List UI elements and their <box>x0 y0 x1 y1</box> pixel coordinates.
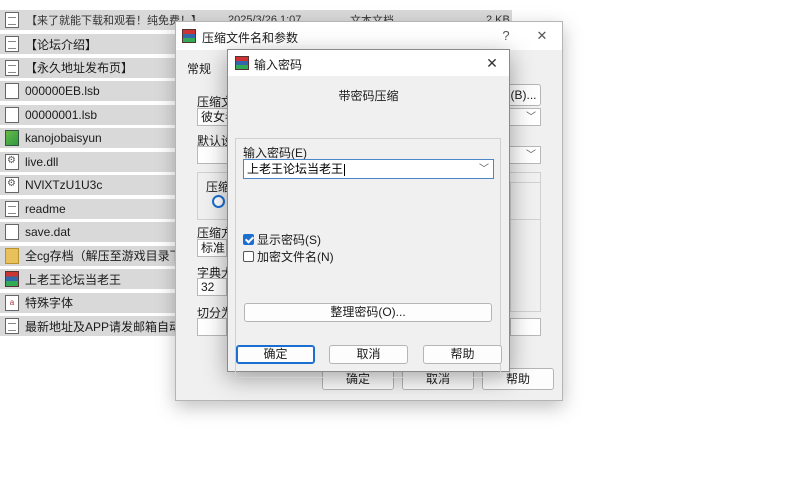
file-name: 000000EB.lsb <box>25 84 100 98</box>
file-row[interactable]: 最新地址及APP请发邮箱自动获取 <box>0 316 178 336</box>
file-row[interactable]: live.dll <box>0 151 178 172</box>
archive-params-titlebar[interactable]: 压缩文件名和参数 ? ✕ <box>176 22 562 50</box>
settings-file-icon <box>5 153 19 170</box>
right-field[interactable] <box>510 318 541 336</box>
blank-file-icon <box>5 83 19 99</box>
font-file-icon: a <box>5 294 19 311</box>
file-row[interactable]: 00000001.lsb <box>0 104 178 125</box>
file-name: NVlXTzU1U3c <box>25 178 103 192</box>
archive-params-title: 压缩文件名和参数 <box>202 31 299 45</box>
chevron-down-icon[interactable]: ﹀ <box>479 161 489 179</box>
rar-icon <box>235 56 249 70</box>
show-password-label: 显示密码(S) <box>257 233 321 247</box>
file-name: save.dat <box>25 225 71 239</box>
blank-file-icon <box>5 224 19 240</box>
file-name: 上老王论坛当老王 <box>25 272 122 287</box>
password-dialog: 输入密码 ✕ 带密码压缩 输入密码(E) 上老王论坛当老王 ﹀ 显示密码(S) … <box>227 49 510 378</box>
cancel-button[interactable]: 取消 <box>329 345 408 364</box>
split-field[interactable] <box>197 318 227 336</box>
text-doc-icon <box>5 12 19 28</box>
close-icon[interactable]: ✕ <box>481 53 503 73</box>
dict-size-value: 32 <box>201 280 215 294</box>
encrypt-names-checkbox[interactable] <box>243 251 254 262</box>
encrypt-names-label: 加密文件名(N) <box>257 250 334 264</box>
file-name: live.dll <box>25 154 59 169</box>
file-name: 最新地址及APP请发邮箱自动获取 <box>25 319 178 334</box>
close-icon[interactable]: ✕ <box>530 26 554 46</box>
settings-file-icon <box>5 177 19 193</box>
right-panel <box>510 182 541 312</box>
text-caret <box>344 163 346 176</box>
file-row[interactable]: 【论坛介绍】 <box>0 34 178 54</box>
help-button[interactable]: 帮助 <box>423 345 502 364</box>
file-row[interactable]: 上老王论坛当老王 <box>0 269 178 289</box>
file-row[interactable]: a 特殊字体 <box>0 292 178 313</box>
encrypt-names-row[interactable]: 加密文件名(N) <box>243 248 334 265</box>
dict-size-field[interactable]: 32 <box>197 278 227 296</box>
file-name: 全cg存档（解压至游戏目录下即可 <box>25 249 178 263</box>
folder-icon <box>5 247 19 264</box>
file-name: 【永久地址发布页】 <box>25 61 134 75</box>
file-row[interactable]: 【永久地址发布页】 <box>0 57 178 78</box>
blank-file-icon <box>5 106 19 123</box>
password-value: 上老王论坛当老王 <box>247 162 344 176</box>
file-row[interactable]: save.dat <box>0 222 178 242</box>
file-row[interactable]: NVlXTzU1U3c <box>0 175 178 195</box>
text-doc-icon <box>5 318 19 334</box>
method-field[interactable]: 标准 <box>197 239 227 257</box>
password-dialog-title: 输入密码 <box>254 58 303 72</box>
method-value: 标准 <box>201 241 226 255</box>
file-name: readme <box>25 201 66 216</box>
file-row[interactable]: readme <box>0 198 178 219</box>
rar-icon <box>5 271 19 287</box>
file-row[interactable]: 全cg存档（解压至游戏目录下即可 <box>0 245 178 266</box>
section-title: 带密码压缩 <box>338 89 399 103</box>
text-doc-icon <box>5 36 19 52</box>
text-doc-icon <box>5 59 19 76</box>
show-password-checkbox[interactable] <box>243 234 254 245</box>
ok-button[interactable]: 确定 <box>236 345 315 364</box>
password-input[interactable]: 上老王论坛当老王 ﹀ <box>243 159 494 179</box>
manage-passwords-button[interactable]: 整理密码(O)... <box>244 303 492 322</box>
browse-button[interactable]: (B)... <box>506 84 541 106</box>
file-name: 00000001.lsb <box>25 107 98 122</box>
text-doc-icon <box>5 200 19 217</box>
file-row[interactable]: kanojobaisyun <box>0 128 178 148</box>
tab-general[interactable]: 常规 <box>187 60 211 77</box>
file-name: 特殊字体 <box>25 296 74 310</box>
chevron-down-icon[interactable]: ﹀ <box>526 148 536 164</box>
show-password-row[interactable]: 显示密码(S) <box>243 231 321 248</box>
rar-icon <box>182 29 196 43</box>
radio-selected-icon[interactable] <box>212 195 225 208</box>
password-titlebar[interactable]: 输入密码 ✕ <box>228 50 509 76</box>
app-icon <box>5 130 19 146</box>
file-name: kanojobaisyun <box>25 131 102 145</box>
help-icon[interactable]: ? <box>494 26 518 46</box>
file-row[interactable]: 000000EB.lsb <box>0 81 178 101</box>
chevron-down-icon[interactable]: ﹀ <box>526 110 536 126</box>
file-name: 【论坛介绍】 <box>25 37 98 52</box>
